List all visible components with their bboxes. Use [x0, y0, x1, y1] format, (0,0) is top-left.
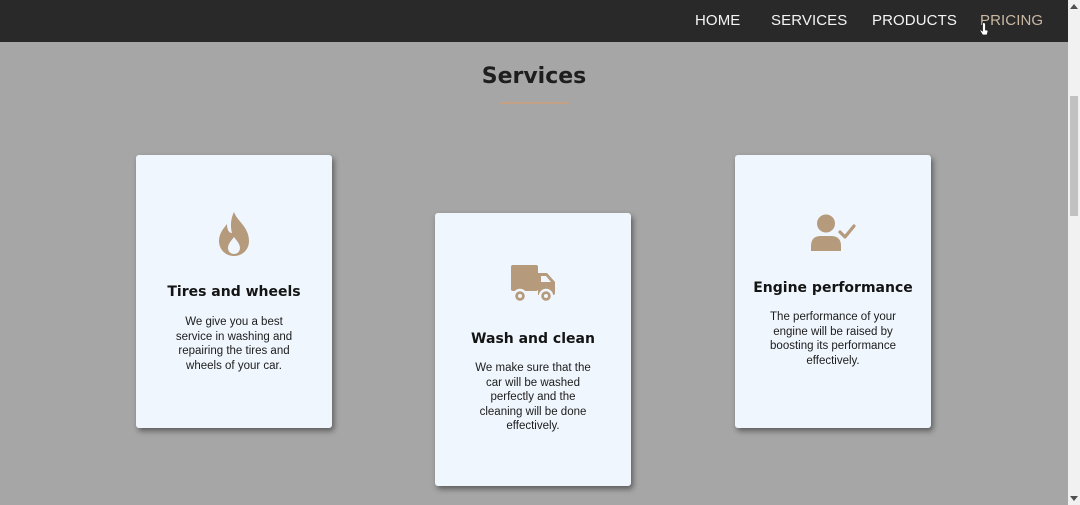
vertical-scrollbar[interactable]: [1068, 0, 1080, 505]
fire-icon: [136, 211, 332, 257]
card-title: Tires and wheels: [167, 284, 301, 300]
scroll-up-arrow-icon[interactable]: [1070, 4, 1078, 9]
top-navbar: HOME SERVICES PRODUCTS PRICING: [0, 0, 1068, 42]
user-check-icon: [735, 214, 931, 252]
service-card-engine[interactable]: Engine performance The performance of yo…: [735, 155, 931, 428]
section-title: Services: [481, 64, 587, 89]
mouse-cursor-icon: [979, 22, 989, 36]
truck-icon: [435, 263, 631, 303]
service-card-wash[interactable]: Wash and clean We make sure that the car…: [435, 213, 631, 486]
card-description: We make sure that the car will be washed…: [475, 362, 591, 432]
card-description: The performance of your engine will be r…: [770, 311, 896, 367]
nav-link-home[interactable]: HOME: [695, 12, 740, 29]
title-underline: [500, 102, 569, 104]
service-card-tires[interactable]: Tires and wheels We give you a best serv…: [136, 155, 332, 428]
scroll-down-arrow-icon[interactable]: [1070, 496, 1078, 501]
card-title: Wash and clean: [471, 331, 595, 347]
nav-link-services[interactable]: SERVICES: [771, 12, 847, 29]
nav-link-products[interactable]: PRODUCTS: [872, 12, 957, 29]
card-description: We give you a best service in washing an…: [175, 316, 293, 372]
nav-link-pricing[interactable]: PRICING: [980, 12, 1043, 29]
card-title: Engine performance: [753, 280, 913, 296]
scrollbar-thumb[interactable]: [1070, 96, 1078, 216]
